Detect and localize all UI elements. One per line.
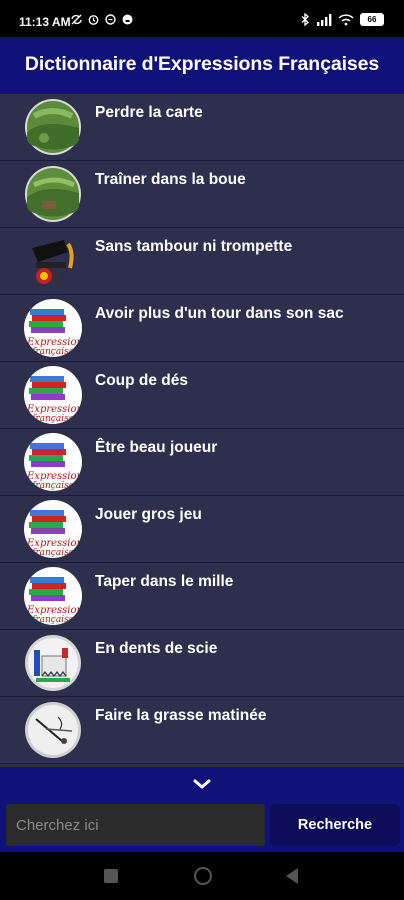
signal-icon	[317, 13, 332, 26]
list-item[interactable]: Faire la grasse matinée	[0, 697, 404, 764]
list-item[interactable]: Expressions françaises Jouer gros jeu	[0, 496, 404, 563]
system-navigation-bar	[0, 852, 404, 900]
list-item[interactable]: Expressions françaises Taper dans le mill…	[0, 563, 404, 630]
list-item-label: Traîner dans la boue	[95, 171, 246, 188]
list-item[interactable]: Expressions françaises Être beau joueur	[0, 429, 404, 496]
scroll-indicator-bar[interactable]	[0, 767, 404, 800]
list-item-label: En dents de scie	[95, 640, 218, 657]
field-photo-icon	[24, 98, 82, 156]
status-left-icons	[70, 13, 134, 26]
status-bar: 11:13 AM 66	[0, 0, 404, 37]
app-bar: Dictionnaire d'Expressions Françaises	[0, 37, 404, 95]
svg-text:françaises: françaises	[31, 414, 79, 424]
expression-list[interactable]: Perdre la carte Traîner dans la boue San…	[0, 94, 404, 767]
battery-level: 66	[367, 15, 377, 24]
home-icon[interactable]	[194, 867, 212, 885]
status-right-icons: 66	[300, 13, 384, 26]
sync-icon	[105, 14, 116, 25]
svg-text:françaises: françaises	[31, 548, 79, 558]
svg-text:françaises: françaises	[31, 481, 79, 491]
books-icon: Expressions françaises	[24, 567, 82, 625]
search-input[interactable]	[6, 804, 265, 846]
books-icon: Expressions françaises	[24, 433, 82, 491]
list-item-label: Être beau joueur	[95, 439, 218, 456]
books-icon: Expressions françaises	[24, 366, 82, 424]
sync-off-icon	[71, 14, 82, 25]
list-item-label: Sans tambour ni trompette	[95, 238, 293, 255]
books-icon: Expressions françaises	[24, 500, 82, 558]
app-notification-icon	[122, 14, 133, 25]
list-item-label: Taper dans le mille	[95, 573, 234, 590]
list-item-label: Faire la grasse matinée	[95, 707, 267, 724]
list-item[interactable]: Expressions françaises Coup de dés	[0, 362, 404, 429]
list-item[interactable]: Sans tambour ni trompette	[0, 228, 404, 295]
saw-illustration-icon	[24, 634, 82, 692]
svg-text:françaises: françaises	[31, 615, 79, 625]
list-item[interactable]: Traîner dans la boue	[0, 161, 404, 228]
list-item[interactable]: Perdre la carte	[0, 94, 404, 161]
chevron-down-icon[interactable]	[191, 776, 213, 792]
list-item[interactable]: Expressions françaises Avoir plus d'un to…	[0, 295, 404, 362]
status-time: 11:13 AM	[19, 15, 71, 29]
wifi-icon	[338, 13, 354, 25]
list-item-label: Coup de dés	[95, 372, 189, 389]
list-item-label: Avoir plus d'un tour dans son sac	[95, 305, 344, 322]
app-title: Dictionnaire d'Expressions Françaises	[24, 53, 380, 75]
list-item[interactable]: En dents de scie	[0, 630, 404, 697]
field-photo-icon	[24, 165, 82, 223]
recents-icon[interactable]	[104, 869, 118, 883]
list-item-label: Perdre la carte	[95, 104, 203, 121]
instruments-icon	[24, 232, 82, 290]
search-bar: Recherche	[0, 800, 404, 852]
books-icon: Expressions françaises	[24, 299, 82, 357]
bluetooth-icon	[301, 13, 309, 26]
svg-text:françaises: françaises	[31, 347, 79, 357]
list-item-label: Jouer gros jeu	[95, 506, 202, 523]
back-icon[interactable]	[286, 868, 298, 884]
search-button[interactable]: Recherche	[270, 804, 400, 846]
alarm-icon	[88, 15, 99, 25]
clock-sketch-icon	[24, 701, 82, 759]
battery-icon: 66	[360, 13, 384, 26]
